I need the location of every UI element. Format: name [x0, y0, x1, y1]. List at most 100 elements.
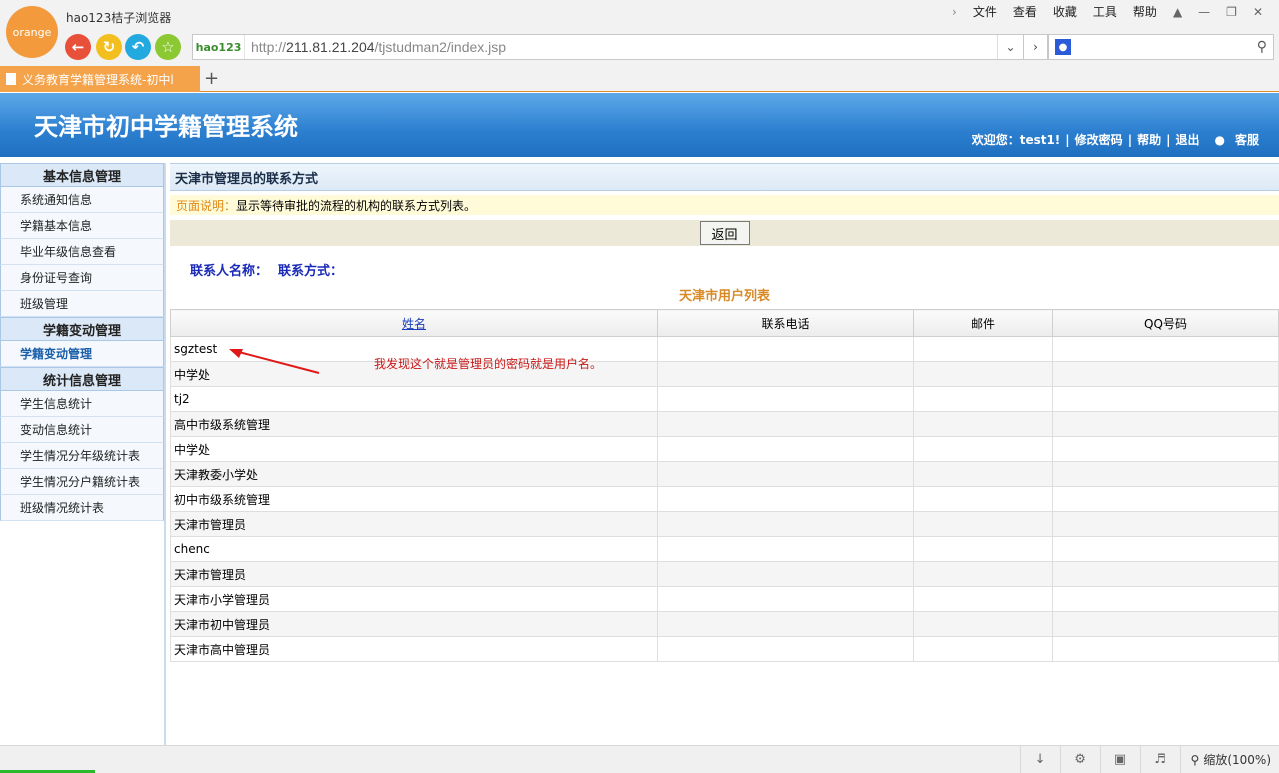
cell-qq — [1052, 586, 1279, 612]
browser-logo[interactable]: orange — [6, 6, 58, 58]
menu-view[interactable]: 查看 — [1005, 3, 1045, 20]
cell-email — [913, 461, 1053, 487]
menu-favorites[interactable]: 收藏 — [1045, 3, 1085, 20]
sidebar-group-stats[interactable]: 统计信息管理 — [0, 367, 164, 391]
table-row: 中学处 — [170, 436, 1279, 462]
zoom-label: 缩放(100%) — [1203, 753, 1271, 767]
page-title: 天津市管理员的联系方式 — [170, 163, 1279, 191]
cell-qq — [1052, 511, 1279, 537]
table-header-row: 姓名 联系电话 邮件 QQ号码 — [170, 309, 1279, 337]
sidebar-item-student-stats[interactable]: 学生信息统计 — [0, 391, 164, 417]
baidu-paw-icon: ● — [1055, 39, 1071, 55]
browser-menubar: › 文件 查看 收藏 工具 帮助 ▲ — ❐ ✕ — [944, 3, 1271, 20]
undo-icon[interactable]: ↶ — [125, 34, 151, 60]
back-button[interactable]: 返回 — [699, 221, 750, 245]
cell-email — [913, 386, 1053, 412]
search-icon[interactable]: ⚲ — [1257, 39, 1267, 55]
sidebar-item-notices[interactable]: 系统通知信息 — [0, 187, 164, 213]
cell-phone — [657, 611, 914, 637]
logout-link[interactable]: 退出 — [1175, 131, 1199, 148]
sidebar-item-grade-stats[interactable]: 学生情况分年级统计表 — [0, 443, 164, 469]
contact-method-label: 联系方式： — [278, 264, 344, 279]
sidebar-item-changes[interactable]: 学籍变动管理 — [0, 341, 164, 367]
column-name-header[interactable]: 姓名 — [170, 309, 658, 337]
user-links: 欢迎您：test1! | 修改密码 | 帮助 | 退出 ● 客服 — [967, 131, 1269, 148]
table-row: 天津市管理员 — [170, 561, 1279, 587]
sidebar-item-id-query[interactable]: 身份证号查询 — [0, 265, 164, 291]
sidebar-item-household-stats[interactable]: 学生情况分户籍统计表 — [0, 469, 164, 495]
cell-name: 天津市高中管理员 — [170, 636, 658, 662]
close-icon[interactable]: ✕ — [1245, 5, 1271, 19]
site-title: 天津市初中学籍管理系统 — [34, 113, 298, 141]
cell-qq — [1052, 611, 1279, 637]
welcome-text: 欢迎您：test1! — [971, 133, 1061, 147]
table-row: 天津市高中管理员 — [170, 636, 1279, 662]
address-bar[interactable]: hao123 http://211.81.21.204/tjstudman2/i… — [192, 34, 1024, 60]
search-box[interactable]: ● ⚲ — [1048, 34, 1274, 60]
cell-phone — [657, 361, 914, 387]
minimize-icon[interactable]: — — [1190, 5, 1218, 19]
cell-qq — [1052, 461, 1279, 487]
new-tab-button[interactable]: + — [204, 68, 219, 89]
cell-email — [913, 611, 1053, 637]
screen-icon[interactable]: ▣ — [1099, 746, 1140, 773]
cell-qq — [1052, 636, 1279, 662]
cell-qq — [1052, 386, 1279, 412]
chevron-down-icon[interactable]: ⌄ — [997, 35, 1023, 59]
qq-penguin-icon: ● — [1214, 133, 1225, 147]
cell-email — [913, 486, 1053, 512]
support-link[interactable]: ● 客服 — [1210, 131, 1265, 148]
document-icon — [6, 73, 16, 85]
chevron-right-icon[interactable]: › — [944, 5, 965, 19]
back-arrow-icon[interactable]: ← — [65, 34, 91, 60]
contact-name-label: 联系人名称： — [190, 264, 269, 279]
shirt-icon[interactable]: ▲ — [1165, 5, 1190, 19]
settings-gear-icon[interactable]: ⚙ — [1059, 746, 1100, 773]
site-header: 天津市初中学籍管理系统 欢迎您：test1! | 修改密码 | 帮助 | 退出 ● 客服 — [0, 93, 1279, 157]
table-row: 初中市级系统管理 — [170, 486, 1279, 512]
cell-name: 天津市小学管理员 — [170, 586, 658, 612]
cell-name: tj2 — [170, 386, 658, 412]
table-row: 中学处 — [170, 361, 1279, 387]
cell-email — [913, 586, 1053, 612]
table-row: 高中市级系统管理 — [170, 411, 1279, 437]
download-icon[interactable]: ↓ — [1019, 746, 1060, 773]
sidebar-item-basic-info[interactable]: 学籍基本信息 — [0, 213, 164, 239]
cell-phone — [657, 461, 914, 487]
menu-tools[interactable]: 工具 — [1085, 3, 1125, 20]
change-password-link[interactable]: 修改密码 — [1075, 131, 1123, 148]
sidebar-group-changes[interactable]: 学籍变动管理 — [0, 317, 164, 341]
cell-phone — [657, 386, 914, 412]
cell-name: 天津市管理员 — [170, 561, 658, 587]
column-qq-header: QQ号码 — [1052, 309, 1279, 337]
sidebar-item-change-stats[interactable]: 变动信息统计 — [0, 417, 164, 443]
red-arrow-annotation — [229, 349, 320, 374]
menu-file[interactable]: 文件 — [965, 3, 1005, 20]
sidebar-item-class-stats[interactable]: 班级情况统计表 — [0, 495, 164, 521]
table-row: 天津市管理员 — [170, 511, 1279, 537]
menu-help[interactable]: 帮助 — [1125, 3, 1165, 20]
help-link[interactable]: 帮助 — [1137, 131, 1161, 148]
reload-icon[interactable]: ↻ — [96, 34, 122, 60]
sidebar-item-class-mgmt[interactable]: 班级管理 — [0, 291, 164, 317]
star-icon[interactable]: ☆ — [155, 34, 181, 60]
zoom-control[interactable]: ⚲ 缩放(100%) — [1179, 746, 1279, 773]
status-icons: ↓ ⚙ ▣ ♬ ⚲ 缩放(100%) — [1019, 746, 1279, 773]
go-chevron-icon[interactable]: › — [1024, 34, 1048, 60]
cell-name: 天津市初中管理员 — [170, 611, 658, 637]
sidebar-item-graduating[interactable]: 毕业年级信息查看 — [0, 239, 164, 265]
tab-active[interactable]: 义务教育学籍管理系统-初中l — [0, 66, 200, 92]
page-notice: 页面说明： 显示等待审批的流程的机构的联系方式列表。 — [170, 195, 1279, 215]
cell-qq — [1052, 336, 1279, 362]
speaker-icon[interactable]: ♬ — [1139, 746, 1180, 773]
cell-qq — [1052, 436, 1279, 462]
cell-phone — [657, 336, 914, 362]
cell-email — [913, 436, 1053, 462]
contact-line: 联系人名称： 联系方式： — [190, 260, 1279, 279]
sidebar-group-basic[interactable]: 基本信息管理 — [0, 163, 164, 187]
cell-qq — [1052, 411, 1279, 437]
table-row: 天津市小学管理员 — [170, 586, 1279, 612]
notice-text: 显示等待审批的流程的机构的联系方式列表。 — [236, 198, 477, 213]
restore-icon[interactable]: ❐ — [1218, 5, 1245, 19]
url-text[interactable]: http://211.81.21.204/tjstudman2/index.js… — [245, 39, 997, 55]
